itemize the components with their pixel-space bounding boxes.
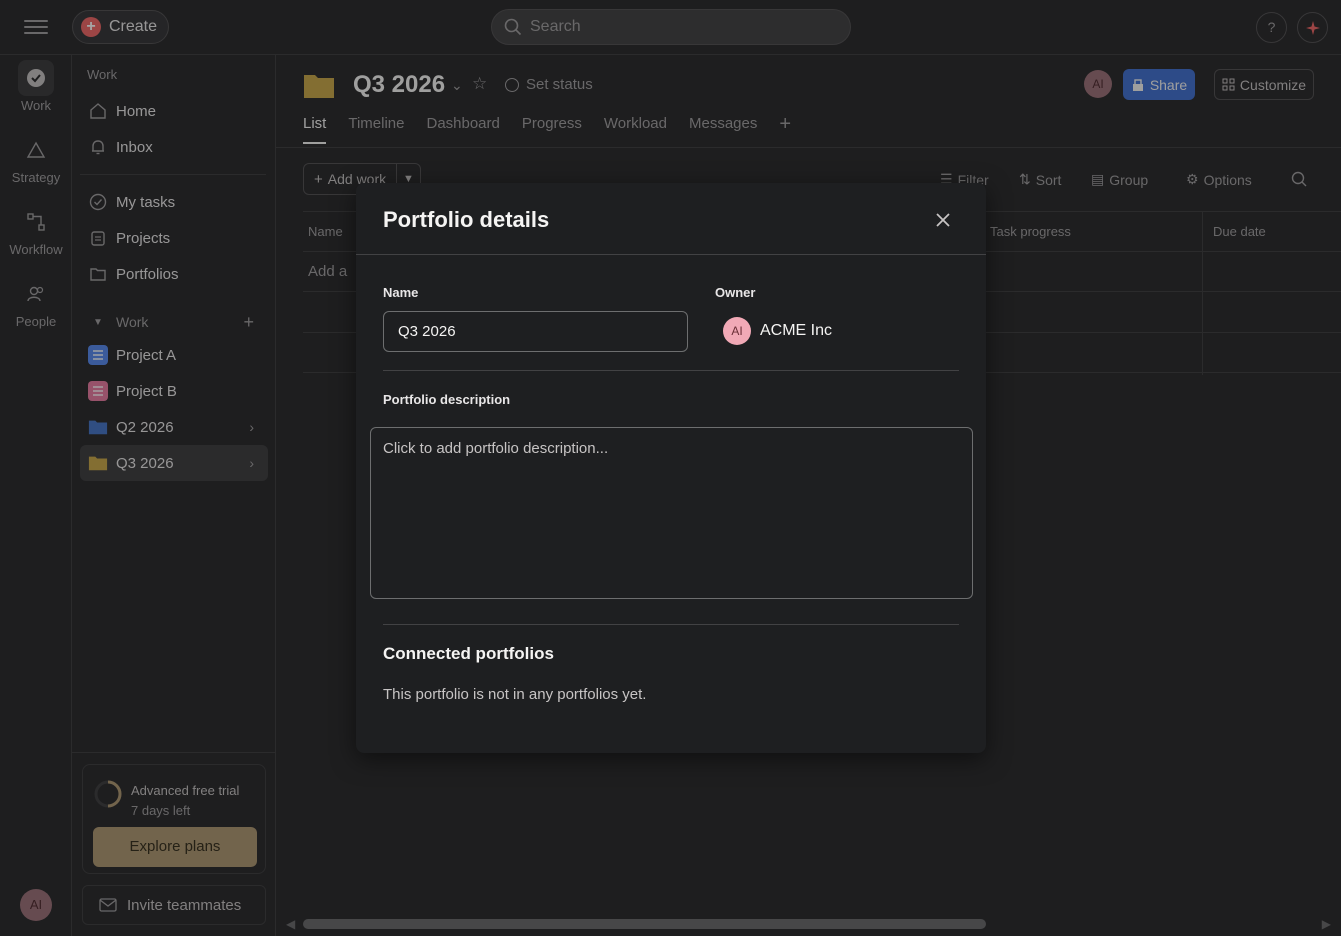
portfolio-name-field[interactable] xyxy=(383,311,688,352)
owner-label: Owner xyxy=(715,285,756,300)
connected-portfolios-heading: Connected portfolios xyxy=(383,644,554,663)
avatar: AI xyxy=(723,317,751,345)
portfolio-details-dialog: Portfolio details Name Owner AI ACME Inc… xyxy=(356,183,986,753)
divider xyxy=(383,624,959,625)
name-label: Name xyxy=(383,285,419,300)
portfolio-description-field[interactable]: Click to add portfolio description... xyxy=(370,427,973,599)
divider xyxy=(356,254,986,255)
description-label: Portfolio description xyxy=(383,392,511,407)
close-icon[interactable] xyxy=(930,207,956,233)
connected-portfolios-empty-text: This portfolio is not in any portfolios … xyxy=(383,686,647,703)
owner-selector[interactable]: AI ACME Inc xyxy=(723,317,832,345)
owner-name: ACME Inc xyxy=(760,322,833,339)
divider xyxy=(383,370,959,371)
description-placeholder: Click to add portfolio description... xyxy=(383,440,609,457)
dialog-title: Portfolio details xyxy=(383,207,550,232)
